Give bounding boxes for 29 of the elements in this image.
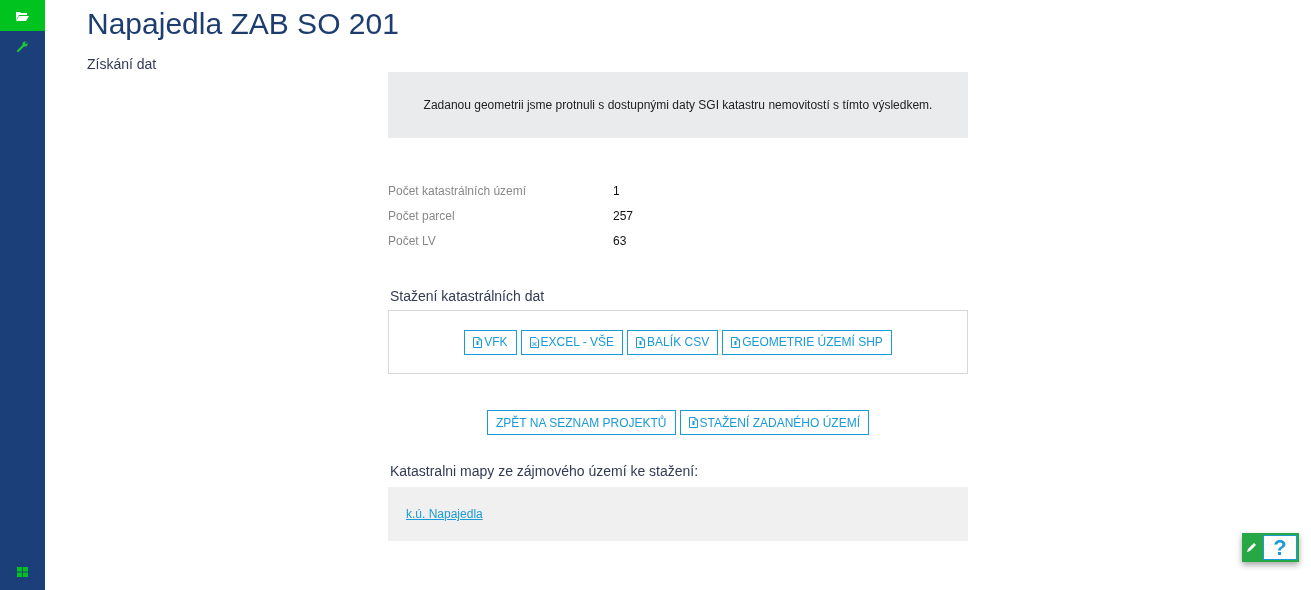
- page-title: Napajedla ZAB SO 201: [87, 6, 400, 42]
- action-button[interactable]: ZPĚT NA SEZNAM PROJEKTŮ: [487, 410, 676, 435]
- page-subtitle: Získání dat: [87, 56, 158, 72]
- download-button[interactable]: EXCEL - VŠE: [520, 329, 624, 355]
- download-button[interactable]: BALÍK CSV: [627, 329, 719, 355]
- stat-label: Počet LV: [388, 234, 437, 248]
- section-heading: Katastralni mapy ze zájmového území ke stažení:: [389, 463, 700, 479]
- result-notice: Zadanou geometrii jsme protnuli s dostupnými daty SGI katastru nemovitostí s tímto výsledkem.: [388, 72, 968, 138]
- folder-icon[interactable]: [16, 10, 29, 21]
- action-button[interactable]: STAŽENÍ ZADANÉHO ÚZEMÍ: [679, 410, 869, 435]
- file-icon: [636, 336, 646, 348]
- stat-label: Počet parcel: [388, 209, 456, 223]
- stat-label: Počet katastrálních území: [388, 184, 528, 198]
- help-button[interactable]: ?: [1263, 535, 1297, 560]
- grid-icon[interactable]: [17, 567, 28, 577]
- sidebar-item[interactable]: [0, 0, 45, 31]
- wrench-icon[interactable]: [17, 41, 28, 52]
- stat-value: 63: [613, 234, 628, 248]
- file-icon: [688, 417, 698, 428]
- pencil-icon[interactable]: [1246, 542, 1257, 553]
- spreadsheet-file-icon: [529, 336, 539, 348]
- file-icon: [473, 336, 483, 348]
- download-button[interactable]: VFK: [464, 329, 517, 355]
- map-link[interactable]: k.ú. Napajedla: [406, 507, 483, 521]
- download-button[interactable]: GEOMETRIE ÚZEMÍ SHP: [722, 329, 892, 355]
- stat-value: 1: [613, 184, 621, 198]
- file-icon: [731, 336, 741, 348]
- stat-value: 257: [613, 209, 635, 223]
- section-heading: Stažení katastrálních dat: [389, 288, 546, 304]
